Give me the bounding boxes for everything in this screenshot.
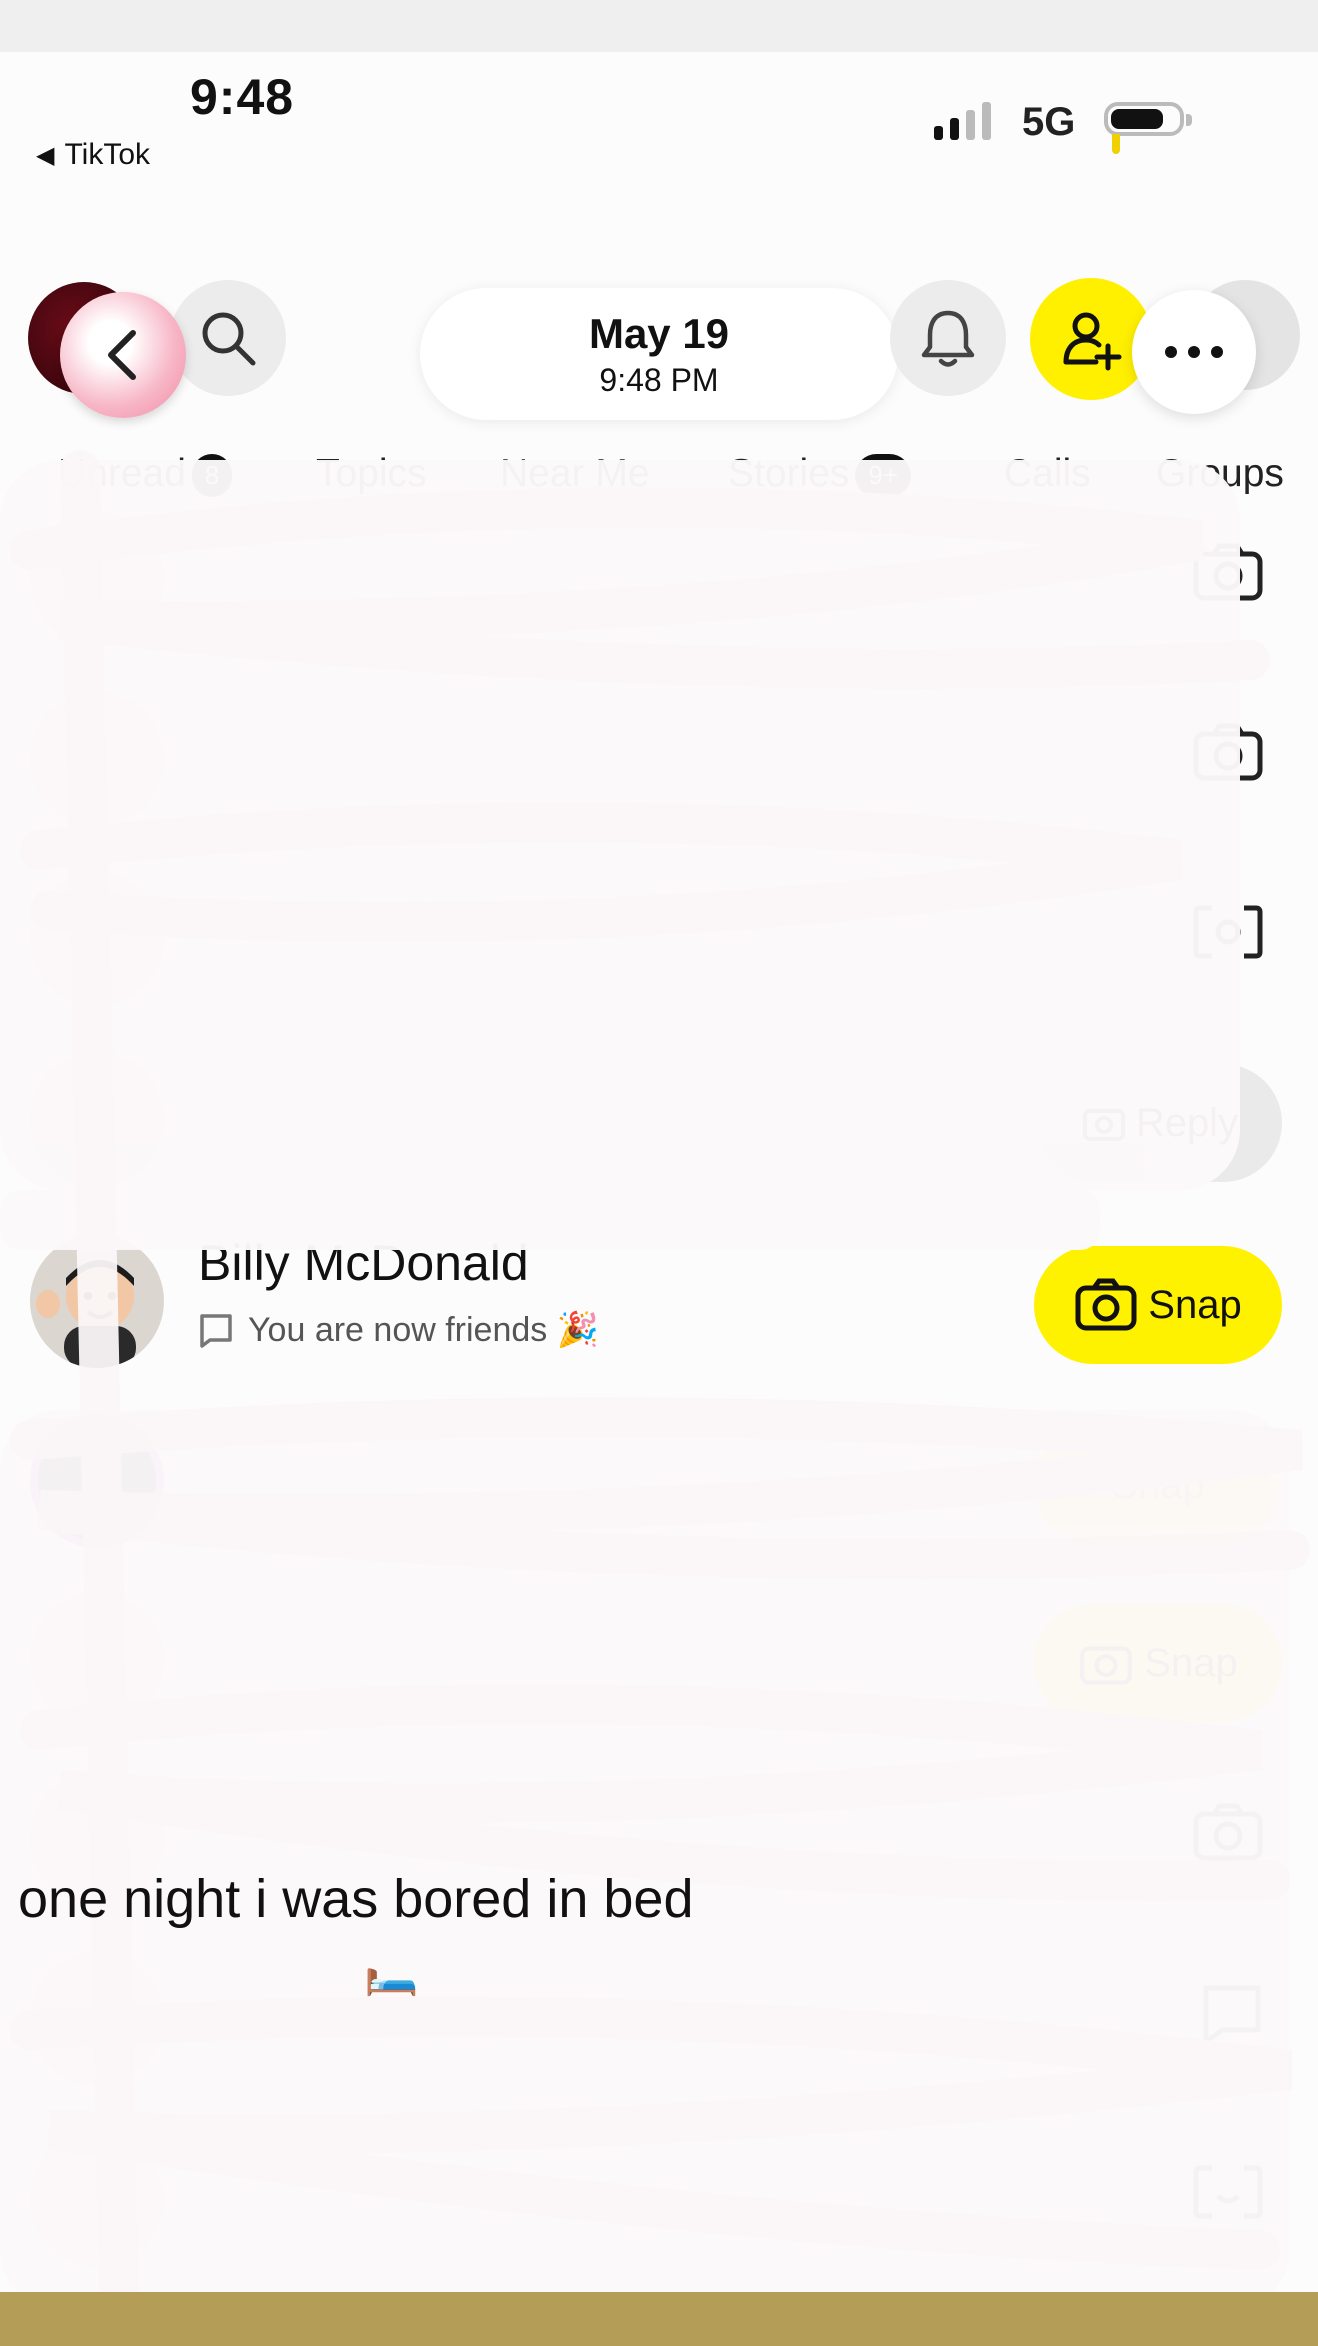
tab-label: Stories (728, 452, 850, 495)
snap-button[interactable]: Snap (1034, 1246, 1282, 1364)
bottom-strip (0, 2292, 1318, 2346)
more-options-button[interactable] (1132, 290, 1256, 414)
tab-calls[interactable]: Calls (1004, 452, 1091, 496)
chat-status: You are now friends 🎉 (198, 1310, 599, 1350)
ellipsis-icon (1165, 346, 1223, 358)
tab-stories[interactable]: Stories 9+ (728, 452, 912, 498)
top-strip (0, 0, 1318, 52)
tab-unread[interactable]: Unread 8 (58, 452, 233, 498)
notifications-button[interactable] (890, 280, 1006, 396)
chat-icon[interactable] (1200, 1982, 1264, 2046)
add-friend-icon (1063, 312, 1122, 371)
search-button[interactable] (170, 280, 286, 396)
chat-row[interactable] (0, 1932, 1318, 2110)
tab-topics[interactable]: Topics (316, 452, 427, 496)
back-button[interactable] (60, 292, 186, 418)
tab-near-me[interactable]: Near Me (500, 452, 650, 496)
network-label: 5G (1022, 100, 1076, 144)
reply-button[interactable]: Reply (1038, 1064, 1282, 1182)
chat-row[interactable] (0, 852, 1318, 1030)
avatar (30, 692, 164, 826)
tab-label: Groups (1156, 452, 1284, 495)
reply-camera-icon (1082, 1109, 1125, 1141)
bed-emoji: 🛏️ (364, 1948, 419, 1997)
camera-icon[interactable] (1192, 542, 1264, 602)
chat-row-billy[interactable]: Billy McDonald You are now friends 🎉 Sna… (0, 1214, 1318, 1392)
date-time-label: 9:48 PM (599, 362, 719, 398)
camera-icon[interactable] (1192, 722, 1264, 782)
chevron-left-icon (108, 330, 136, 380)
avatar (30, 872, 164, 1006)
snap-label: Snap (1111, 1462, 1205, 1507)
camera-flip-icon[interactable] (1192, 902, 1264, 962)
tab-label: Topics (316, 452, 427, 495)
chat-row[interactable] (0, 2112, 1318, 2290)
snap-label: Snap (1144, 1640, 1238, 1685)
back-triangle-icon: ◀ (36, 141, 55, 169)
unread-badge: 8 (191, 454, 233, 498)
tab-label: Near Me (500, 452, 650, 495)
search-icon (202, 312, 256, 366)
avatar (30, 1952, 164, 2086)
avatar (30, 2132, 164, 2266)
chat-row[interactable]: Reply (0, 1032, 1318, 1210)
avatar (30, 1052, 164, 1186)
camera-icon[interactable] (1192, 1802, 1264, 1862)
chat-row[interactable] (0, 672, 1318, 850)
tab-groups[interactable]: Groups (1156, 452, 1284, 496)
battery-icon (1104, 102, 1192, 154)
status-time: 9:48 (190, 69, 295, 125)
tab-label: Unread (58, 452, 186, 495)
avatar (30, 1592, 164, 1726)
video-caption: one night i was bored in bed (18, 1869, 694, 1929)
date-label: May 19 (588, 310, 730, 357)
date-pill: May 19 9:48 PM (420, 288, 898, 420)
tab-label: Calls (1004, 452, 1091, 495)
chat-row[interactable] (0, 492, 1318, 670)
stories-badge: 9+ (855, 454, 912, 498)
back-app-label: TikTok (64, 138, 151, 171)
chat-status-text: You are now friends 🎉 (248, 1311, 600, 1349)
chat-bubble-icon (200, 1314, 232, 1348)
bitmoji-avatar (36, 1260, 136, 1368)
snap-button[interactable]: Snap (1034, 1604, 1282, 1722)
camera-icon (1080, 1646, 1133, 1685)
avatar (30, 1414, 164, 1548)
snap-label: Snap (1148, 1282, 1242, 1327)
reply-label: Reply (1135, 1100, 1239, 1145)
avatar (30, 512, 164, 646)
chat-row[interactable]: Snap (0, 1394, 1318, 1572)
snap-button[interactable]: Snap (1034, 1426, 1282, 1544)
signal-icon (934, 100, 991, 140)
camera-icon (1075, 1278, 1137, 1331)
back-to-app-link[interactable]: ◀ TikTok (36, 138, 150, 172)
bell-icon (921, 310, 975, 367)
avatar (30, 1234, 164, 1368)
camera-flip-icon[interactable] (1192, 2162, 1264, 2222)
snapchat-chat-screen: 9:48 ◀ TikTok 5G May 19 9:48 PM Unread 8… (0, 52, 1318, 2292)
chat-row[interactable]: Snap (0, 1572, 1318, 1750)
chat-name: Billy McDonald (198, 1235, 529, 1291)
